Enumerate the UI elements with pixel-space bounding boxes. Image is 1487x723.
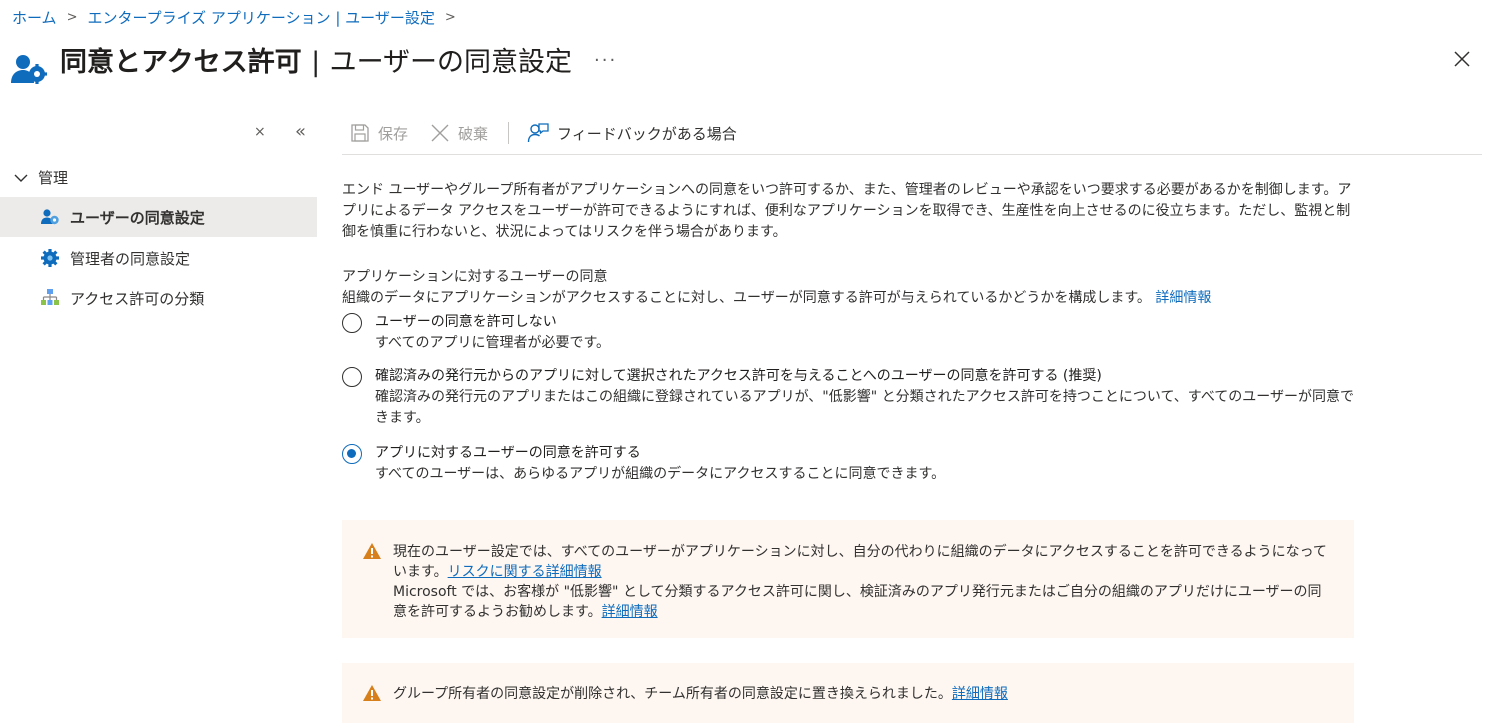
option-label: ユーザーの同意を許可しない [375, 314, 557, 330]
learn-more-link[interactable]: 詳細情報 [1155, 290, 1211, 306]
warning-icon [363, 685, 381, 701]
feedback-icon [527, 123, 549, 143]
learn-more-link[interactable]: 詳細情報 [602, 604, 658, 620]
save-button[interactable]: 保存 [350, 123, 408, 144]
warning-banner-risk: 現在のユーザー設定では、すべてのユーザーがアプリケーションに対し、自分の代わりに… [342, 520, 1354, 638]
discard-button[interactable]: 破棄 [430, 123, 488, 144]
consent-option-none[interactable]: ユーザーの同意を許可しない すべてのアプリに管理者が必要です。 [342, 313, 610, 354]
page-description: エンド ユーザーやグループ所有者がアプリケーションへの同意をいつ許可するか、また… [342, 182, 1352, 240]
section-title: アプリケーションに対するユーザーの同意 [342, 269, 608, 285]
chevron-right-icon: > [66, 10, 78, 25]
save-label: 保存 [378, 124, 409, 143]
gear-icon [41, 249, 59, 267]
option-label: 確認済みの発行元からのアプリに対して選択されたアクセス許可を与えることへのユーザ… [375, 368, 1102, 384]
sidebar-item-admin-consent[interactable]: 管理者の同意設定 [0, 238, 317, 278]
sidebar-item-label: アクセス許可の分類 [70, 289, 205, 308]
close-icon[interactable] [1452, 49, 1472, 69]
toolbar-divider [508, 122, 510, 144]
page-title-main: 同意とアクセス許可 [60, 47, 302, 78]
option-sub: すべてのアプリに管理者が必要です。 [375, 335, 611, 351]
sidebar-clear-icon[interactable]: × [254, 124, 266, 140]
learn-more-link[interactable]: 詳細情報 [952, 686, 1008, 702]
warning-text: 現在のユーザー設定では、すべてのユーザーがアプリケーションに対し、自分の代わりに… [393, 542, 1328, 622]
breadcrumb-enterprise-apps-link[interactable]: エンタープライズ アプリケーション | ユーザー設定 [87, 7, 434, 28]
page-title: 同意とアクセス許可 | ユーザーの同意設定 [60, 40, 572, 79]
consent-option-verified-publishers[interactable]: 確認済みの発行元からのアプリに対して選択されたアクセス許可を与えることへのユーザ… [342, 367, 1355, 429]
sidebar-item-label: ユーザーの同意設定 [70, 208, 205, 227]
warning-text-2: Microsoft では、お客様が "低影響" として分類するアクセス許可に関し… [393, 584, 1322, 620]
sidebar-group-manage[interactable]: 管理 [14, 167, 68, 188]
hierarchy-icon [41, 289, 59, 305]
consent-option-all-apps[interactable]: アプリに対するユーザーの同意を許可する すべてのユーザーは、あらゆるアプリが組織… [342, 444, 945, 485]
option-sub: 確認済みの発行元のアプリまたはこの組織に登録されているアプリが、"低影響" と分… [375, 389, 1354, 426]
sidebar-item-permission-classification[interactable]: アクセス許可の分類 [0, 278, 317, 318]
section-description-text: 組織のデータにアプリケーションがアクセスすることに対し、ユーザーが同意する許可が… [342, 290, 1151, 306]
radio-button[interactable] [342, 313, 362, 333]
chevron-right-icon: > [444, 10, 456, 25]
section-description: 組織のデータにアプリケーションがアクセスすることに対し、ユーザーが同意する許可が… [342, 287, 1211, 307]
radio-button[interactable] [342, 367, 362, 387]
sidebar-item-user-consent[interactable]: ユーザーの同意設定 [0, 197, 317, 237]
sidebar-item-label: 管理者の同意設定 [70, 249, 191, 268]
save-icon [351, 124, 369, 142]
user-consent-icon [41, 209, 59, 225]
warning-text: グループ所有者の同意設定が削除され、チーム所有者の同意設定に置き換えられました。… [393, 684, 1328, 704]
page-subtitle: ユーザーの同意設定 [329, 47, 573, 78]
warning-text: グループ所有者の同意設定が削除され、チーム所有者の同意設定に置き換えられました。 [393, 686, 952, 702]
warning-icon [363, 543, 381, 559]
user-consent-icon [11, 55, 47, 84]
breadcrumb-home-link[interactable]: ホーム [12, 7, 57, 28]
radio-button-selected[interactable] [342, 444, 362, 464]
close-icon [431, 124, 449, 142]
discard-label: 破棄 [458, 124, 489, 143]
breadcrumb: ホーム > エンタープライズ アプリケーション | ユーザー設定 > [12, 7, 460, 28]
title-separator: | [311, 47, 321, 78]
warning-banner-group-owner: グループ所有者の同意設定が削除され、チーム所有者の同意設定に置き換えられました。… [342, 663, 1354, 723]
sidebar-group-label: 管理 [38, 169, 69, 187]
feedback-label: フィードバックがある場合 [557, 124, 737, 143]
chevron-down-icon [14, 174, 28, 182]
more-options-icon[interactable]: ··· [594, 50, 617, 71]
command-bar: 保存 破棄 フィードバックがある場合 [350, 120, 759, 146]
feedback-button[interactable]: フィードバックがある場合 [527, 122, 737, 144]
option-label: アプリに対するユーザーの同意を許可する [375, 445, 641, 461]
risk-learn-more-link[interactable]: リスクに関する詳細情報 [448, 564, 602, 580]
option-sub: すべてのユーザーは、あらゆるアプリが組織のデータにアクセスすることに同意できます… [375, 466, 946, 482]
toolbar-divider-line [342, 154, 1482, 155]
sidebar-collapse-icon[interactable]: « [295, 121, 306, 142]
